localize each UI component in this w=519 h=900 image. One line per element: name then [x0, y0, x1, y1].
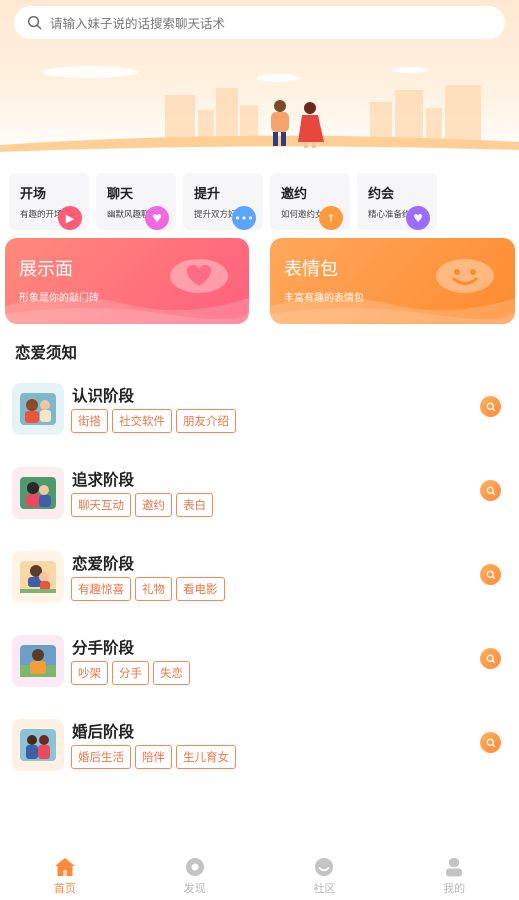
- tab-home[interactable]: 首页: [0, 848, 130, 900]
- card-title: 表情包: [284, 259, 338, 280]
- stage-name: 婚后阶段: [72, 723, 135, 741]
- category-title: 聊天: [107, 187, 134, 202]
- search-icon[interactable]: [480, 396, 501, 417]
- card-subtitle: 形象是你的敲门砖: [19, 293, 99, 304]
- showcase-card[interactable]: 展示面 形象是你的敲门砖: [5, 238, 249, 324]
- stage-tag[interactable]: 看电影: [176, 577, 225, 601]
- search-placeholder: 请输入妹子说的话搜索聊天话术: [50, 16, 226, 31]
- category-title: 提升: [194, 187, 221, 202]
- community-icon: [315, 858, 334, 876]
- tab-community[interactable]: 社区: [260, 848, 390, 900]
- tab-label: 社区: [313, 882, 336, 895]
- stage-love[interactable]: 恋爱阶段 有趣惊喜 礼物 看电影: [12, 551, 507, 607]
- stage-thumbnail: [12, 635, 64, 687]
- search-icon: [27, 15, 42, 30]
- stage-tag[interactable]: 陪伴: [135, 745, 172, 769]
- couple-icon: ♥: [406, 206, 430, 230]
- stage-name: 认识阶段: [72, 387, 135, 405]
- category-title: 约会: [368, 187, 395, 202]
- search-icon[interactable]: [480, 480, 501, 501]
- stage-name: 恋爱阶段: [72, 555, 135, 573]
- tab-label: 发现: [183, 882, 206, 895]
- category-row: 开场 有趣的开场白 ▶ 聊天 幽默风趣聊天 ♥ 提升 提升双方好感 ••• 邀约…: [9, 173, 437, 230]
- profile-icon: [446, 858, 463, 877]
- stage-name: 追求阶段: [72, 471, 135, 489]
- stage-tag[interactable]: 失恋: [153, 661, 190, 685]
- stage-tag[interactable]: 婚后生活: [71, 745, 131, 769]
- heart-icon: ♥: [145, 206, 169, 230]
- category-date[interactable]: 约会 精心准备约会 ♥: [357, 173, 437, 230]
- card-title: 展示面: [19, 259, 73, 280]
- stage-tag[interactable]: 聊天互动: [71, 493, 131, 517]
- stage-marriage[interactable]: 婚后阶段 婚后生活 陪伴 生儿育女: [12, 719, 507, 775]
- stage-thumbnail: [12, 383, 64, 435]
- tab-discover[interactable]: 发现: [130, 848, 260, 900]
- chat-dots-icon: •••: [232, 206, 256, 230]
- stage-tag[interactable]: 表白: [176, 493, 213, 517]
- stage-tag[interactable]: 吵架: [71, 661, 108, 685]
- card-subtitle: 丰富有趣的表情包: [284, 293, 364, 304]
- stage-thumbnail: [12, 719, 64, 771]
- search-bar[interactable]: 请输入妹子说的话搜索聊天话术: [14, 6, 505, 39]
- stage-pursuit[interactable]: 追求阶段 聊天互动 邀约 表白: [12, 467, 507, 523]
- section-title: 恋爱须知: [15, 344, 78, 362]
- stage-name: 分手阶段: [72, 639, 135, 657]
- stage-thumbnail: [12, 551, 64, 603]
- stage-tag[interactable]: 朋友介绍: [176, 409, 236, 433]
- tab-profile[interactable]: 我的: [389, 848, 519, 900]
- stage-meeting[interactable]: 认识阶段 街搭 社交软件 朋友介绍: [12, 383, 507, 439]
- search-icon[interactable]: [480, 648, 501, 669]
- category-invite[interactable]: 邀约 如何邀约女生 ↑: [270, 173, 350, 230]
- header-banner: 请输入妹子说的话搜索聊天话术: [0, 0, 519, 160]
- tab-label: 首页: [53, 882, 76, 895]
- stage-tag[interactable]: 有趣惊喜: [71, 577, 131, 601]
- stage-tag[interactable]: 生儿育女: [176, 745, 236, 769]
- stage-tag[interactable]: 邀约: [135, 493, 172, 517]
- stage-breakup[interactable]: 分手阶段 吵架 分手 失恋: [12, 635, 507, 691]
- category-chat[interactable]: 聊天 幽默风趣聊天 ♥: [96, 173, 176, 230]
- discover-icon: [185, 858, 204, 876]
- arrow-up-icon: ↑: [319, 206, 343, 230]
- stage-tag[interactable]: 礼物: [135, 577, 172, 601]
- search-icon[interactable]: [480, 732, 501, 753]
- category-improve[interactable]: 提升 提升双方好感 •••: [183, 173, 263, 230]
- category-title: 邀约: [281, 187, 308, 202]
- bottom-tab-bar: 首页 发现 社区 我的: [0, 848, 519, 900]
- search-icon[interactable]: [480, 564, 501, 585]
- stage-tag[interactable]: 街搭: [71, 409, 108, 433]
- stage-thumbnail: [12, 467, 64, 519]
- stage-tag[interactable]: 社交软件: [112, 409, 172, 433]
- sticker-card[interactable]: 表情包 丰富有趣的表情包: [270, 238, 515, 324]
- home-icon: [54, 858, 75, 876]
- city-couple-illustration: [0, 66, 519, 160]
- category-title: 开场: [20, 187, 47, 202]
- tab-label: 我的: [443, 882, 466, 895]
- play-icon: ▶: [58, 206, 82, 230]
- stage-tag[interactable]: 分手: [112, 661, 149, 685]
- category-opening[interactable]: 开场 有趣的开场白 ▶: [9, 173, 89, 230]
